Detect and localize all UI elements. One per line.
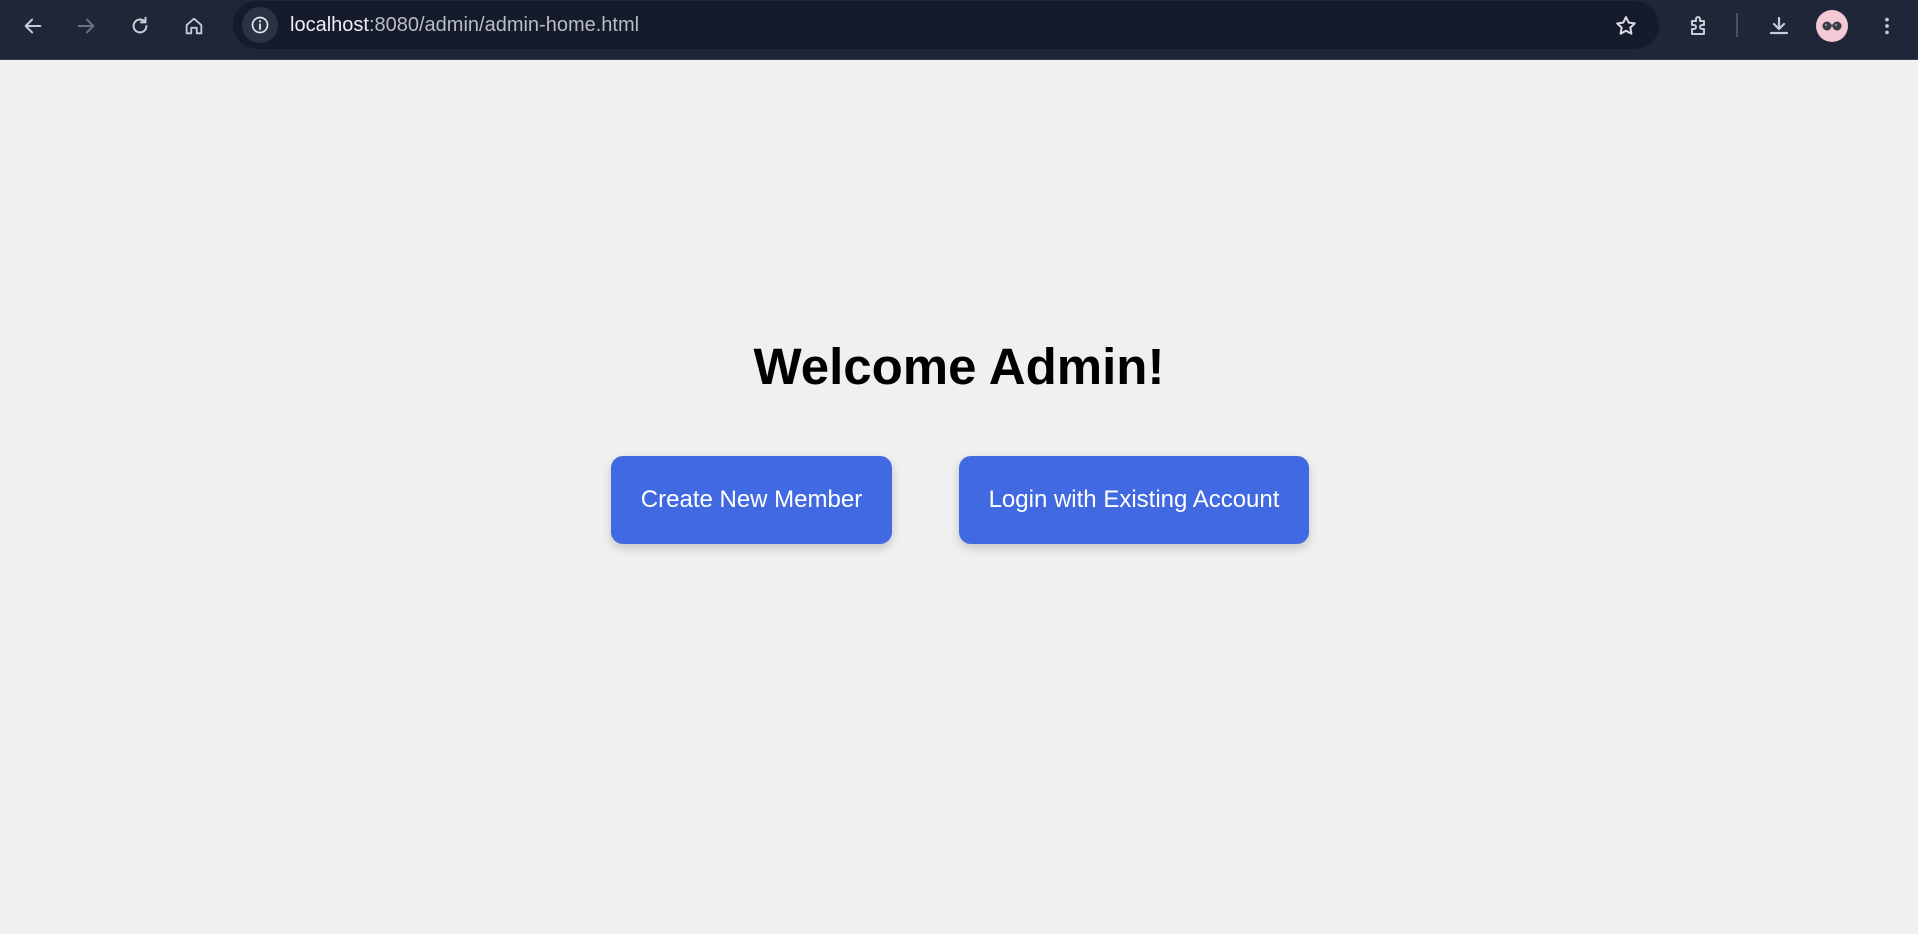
login-existing-account-button[interactable]: Login with Existing Account (959, 456, 1309, 544)
reload-button[interactable] (122, 8, 158, 44)
extensions-icon (1691, 16, 1705, 35)
forward-button[interactable] (68, 8, 104, 44)
bookmark-star-icon (1616, 16, 1636, 35)
home-icon (185, 17, 203, 35)
more-menu-button[interactable] (1869, 8, 1905, 44)
toolbar-divider (1736, 13, 1738, 37)
site-info-button[interactable] (242, 7, 278, 43)
home-button[interactable] (176, 8, 212, 44)
bookmark-button[interactable] (1613, 13, 1639, 39)
download-icon (1769, 16, 1789, 35)
create-new-member-button[interactable]: Create New Member (611, 456, 892, 544)
sunglasses-avatar-icon (1822, 21, 1842, 31)
site-info-icon (251, 16, 269, 34)
reload-icon (132, 16, 148, 34)
download-button[interactable] (1761, 8, 1797, 44)
page-title: Welcome Admin! (753, 338, 1165, 395)
profile-avatar[interactable] (1816, 10, 1848, 42)
back-button[interactable] (15, 8, 51, 44)
back-icon (24, 18, 42, 34)
extensions-button[interactable] (1681, 8, 1717, 44)
url-host: localhost (290, 14, 369, 36)
url-path: :8080/admin/admin-home.html (368, 14, 640, 36)
url-text[interactable]: localhost:8080/admin/admin-home.html (290, 14, 639, 36)
browser-toolbar: localhost:8080/admin/admin-home.html (0, 0, 1918, 60)
forward-icon (77, 18, 95, 34)
more-menu-icon (1885, 17, 1889, 35)
address-bar[interactable]: localhost:8080/admin/admin-home.html (233, 1, 1659, 49)
